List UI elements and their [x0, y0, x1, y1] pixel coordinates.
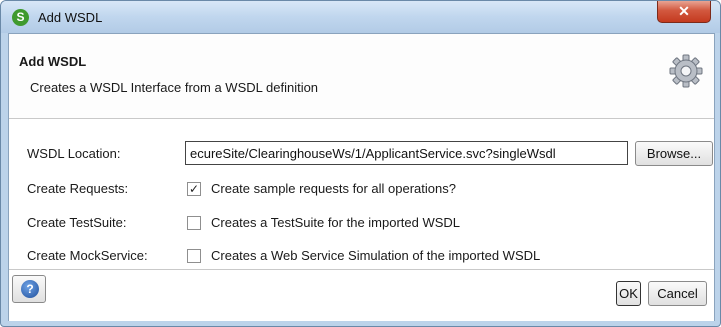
ok-button[interactable]: OK	[616, 281, 641, 306]
create-requests-label: Create Requests:	[27, 181, 129, 196]
window-title: Add WSDL	[38, 10, 103, 25]
add-wsdl-dialog: S Add WSDL ✕ Add WSDL Creates a WSDL Int…	[0, 0, 721, 327]
help-button[interactable]: ?	[12, 275, 46, 303]
dialog-footer: ? OK Cancel	[9, 269, 714, 321]
help-icon: ?	[21, 280, 39, 298]
create-mockservice-text[interactable]: Creates a Web Service Simulation of the …	[211, 248, 540, 263]
title-bar[interactable]: S Add WSDL ✕	[1, 1, 720, 33]
gear-icon	[669, 54, 703, 88]
browse-button[interactable]: Browse...	[635, 141, 713, 166]
header-description: Creates a WSDL Interface from a WSDL def…	[30, 80, 319, 95]
dialog-header: Add WSDL Creates a WSDL Interface from a…	[9, 34, 714, 119]
dialog-content: Add WSDL Creates a WSDL Interface from a…	[8, 33, 715, 321]
cancel-button[interactable]: Cancel	[648, 281, 707, 306]
create-mockservice-label: Create MockService:	[27, 248, 148, 263]
create-testsuite-checkbox[interactable]	[187, 216, 201, 230]
create-mockservice-checkbox[interactable]	[187, 249, 201, 263]
create-testsuite-label: Create TestSuite:	[27, 215, 127, 230]
close-button[interactable]: ✕	[657, 1, 711, 23]
create-testsuite-text[interactable]: Creates a TestSuite for the imported WSD…	[211, 215, 460, 230]
create-requests-checkbox[interactable]: ✓	[187, 182, 201, 196]
wsdl-location-label: WSDL Location:	[27, 146, 121, 161]
header-title: Add WSDL	[19, 54, 87, 69]
wsdl-location-input[interactable]	[185, 141, 628, 165]
create-requests-text[interactable]: Create sample requests for all operation…	[211, 181, 456, 196]
soapui-logo-icon: S	[12, 9, 29, 26]
checkmark-icon: ✓	[188, 182, 200, 196]
